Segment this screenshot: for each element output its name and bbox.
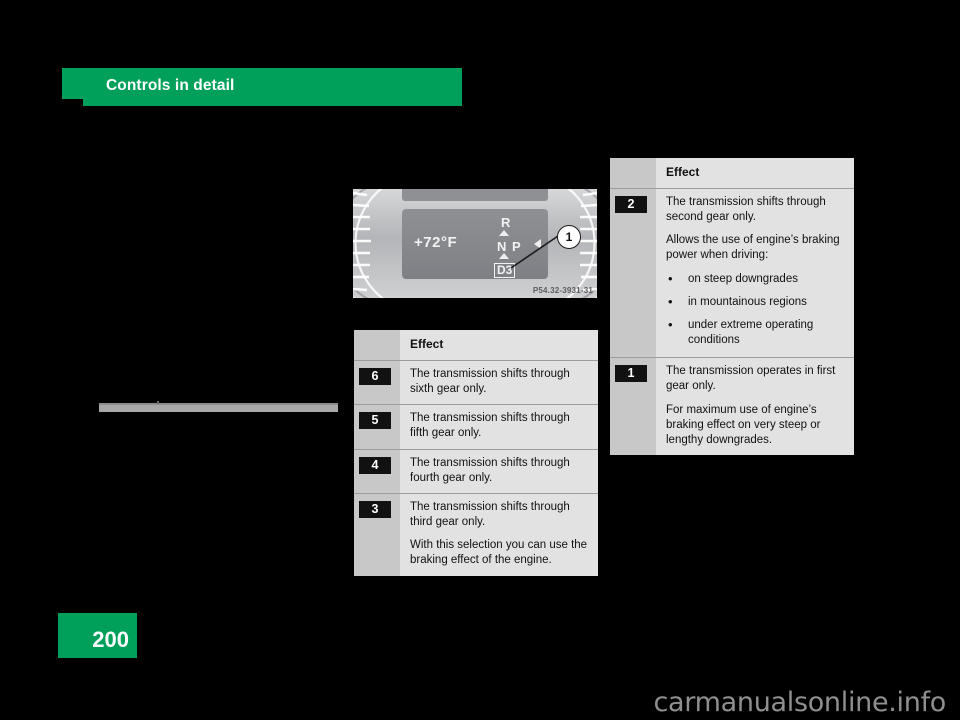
list-item-label: in mountainous regions: [688, 295, 807, 308]
gear-cell: 6: [354, 359, 400, 405]
gear-table-right: Effect 2 The transmission shifts through…: [610, 158, 854, 456]
table-header-row: Effect: [354, 330, 598, 361]
page-number: 200: [92, 627, 129, 652]
list-item-label: under extreme operating conditions: [688, 318, 814, 347]
effect-paragraph: The transmission shifts through fifth ge…: [410, 412, 570, 440]
header-cell-blank: [354, 330, 400, 361]
list-item: • under extreme operating conditions: [666, 316, 845, 348]
effect-cell: The transmission shifts through third ge…: [400, 492, 598, 576]
section-divider: [99, 403, 338, 412]
effect-paragraph: The transmission operates in first gear …: [666, 365, 836, 393]
gear-table-left: Effect 6 The transmission shifts through…: [354, 330, 598, 576]
list-item-label: on steep downgrades: [688, 272, 798, 285]
gear-badge: 1: [615, 365, 647, 383]
header-cell-effect: Effect: [400, 330, 598, 361]
header-cell-effect: Effect: [656, 158, 854, 189]
gear-cell: 4: [354, 448, 400, 494]
list-item: • in mountainous regions: [666, 293, 845, 310]
effect-bullet-list: • on steep downgrades • in mountainous r…: [666, 270, 845, 349]
callout-marker-1: 1: [557, 225, 581, 249]
bullet-dot-icon: •: [668, 270, 673, 286]
gear-badge: 6: [359, 367, 391, 385]
gear-badge: 2: [615, 195, 647, 213]
page-title: Controls in detail: [106, 77, 235, 94]
effect-paragraph: For maximum use of engine’s braking effe…: [666, 403, 821, 446]
effect-cell: The transmission shifts through second g…: [656, 187, 854, 358]
effect-paragraph: Allows the use of engine’s braking power…: [666, 234, 840, 262]
callout-marker-1-label: 1: [565, 230, 573, 244]
gear-badge: 3: [359, 500, 391, 518]
effect-paragraph: The transmission shifts through second g…: [666, 195, 826, 223]
table-row: 1 The transmission operates in first gea…: [610, 357, 854, 456]
effect-cell: The transmission operates in first gear …: [656, 357, 854, 456]
effect-cell: The transmission shifts through fourth g…: [400, 448, 598, 494]
effect-paragraph: The transmission shifts through fourth g…: [410, 456, 570, 484]
list-item: • on steep downgrades: [666, 270, 845, 287]
effect-paragraph: The transmission shifts through third ge…: [410, 500, 570, 529]
gear-cell: 2: [610, 187, 656, 358]
page-number-badge: 200: [58, 613, 137, 658]
gear-cell: 5: [354, 404, 400, 450]
gear-cell: 1: [610, 357, 656, 456]
effect-paragraph: With this selection you can use the brak…: [410, 539, 588, 567]
effect-paragraph: The transmission shifts through sixth ge…: [410, 367, 570, 395]
watermark: carmanualsonline.info: [653, 687, 947, 718]
table-header-row: Effect: [610, 158, 854, 189]
table-row: 5 The transmission shifts through fifth …: [354, 404, 598, 450]
table-row: 3 The transmission shifts through third …: [354, 492, 598, 576]
table-row: 2 The transmission shifts through second…: [610, 187, 854, 358]
gear-cell: 3: [354, 492, 400, 576]
table-row: 4 The transmission shifts through fourth…: [354, 448, 598, 494]
bullet-dot-icon: •: [668, 293, 673, 309]
gear-badge: 5: [359, 412, 391, 430]
chapter-header-notch: [62, 99, 83, 107]
instrument-cluster-figure: +72°F R N P D3 1 P54.32-3931-31: [353, 189, 597, 298]
effect-cell: The transmission shifts through fifth ge…: [400, 404, 598, 450]
figure-caption-code: P54.32-3931-31: [532, 286, 593, 295]
header-cell-blank: [610, 158, 656, 189]
table-row: 6 The transmission shifts through sixth …: [354, 359, 598, 405]
bullet-dot-icon: •: [668, 316, 673, 332]
effect-cell: The transmission shifts through sixth ge…: [400, 359, 598, 405]
gear-badge: 4: [359, 456, 391, 474]
section-divider-tick: [157, 401, 159, 404]
